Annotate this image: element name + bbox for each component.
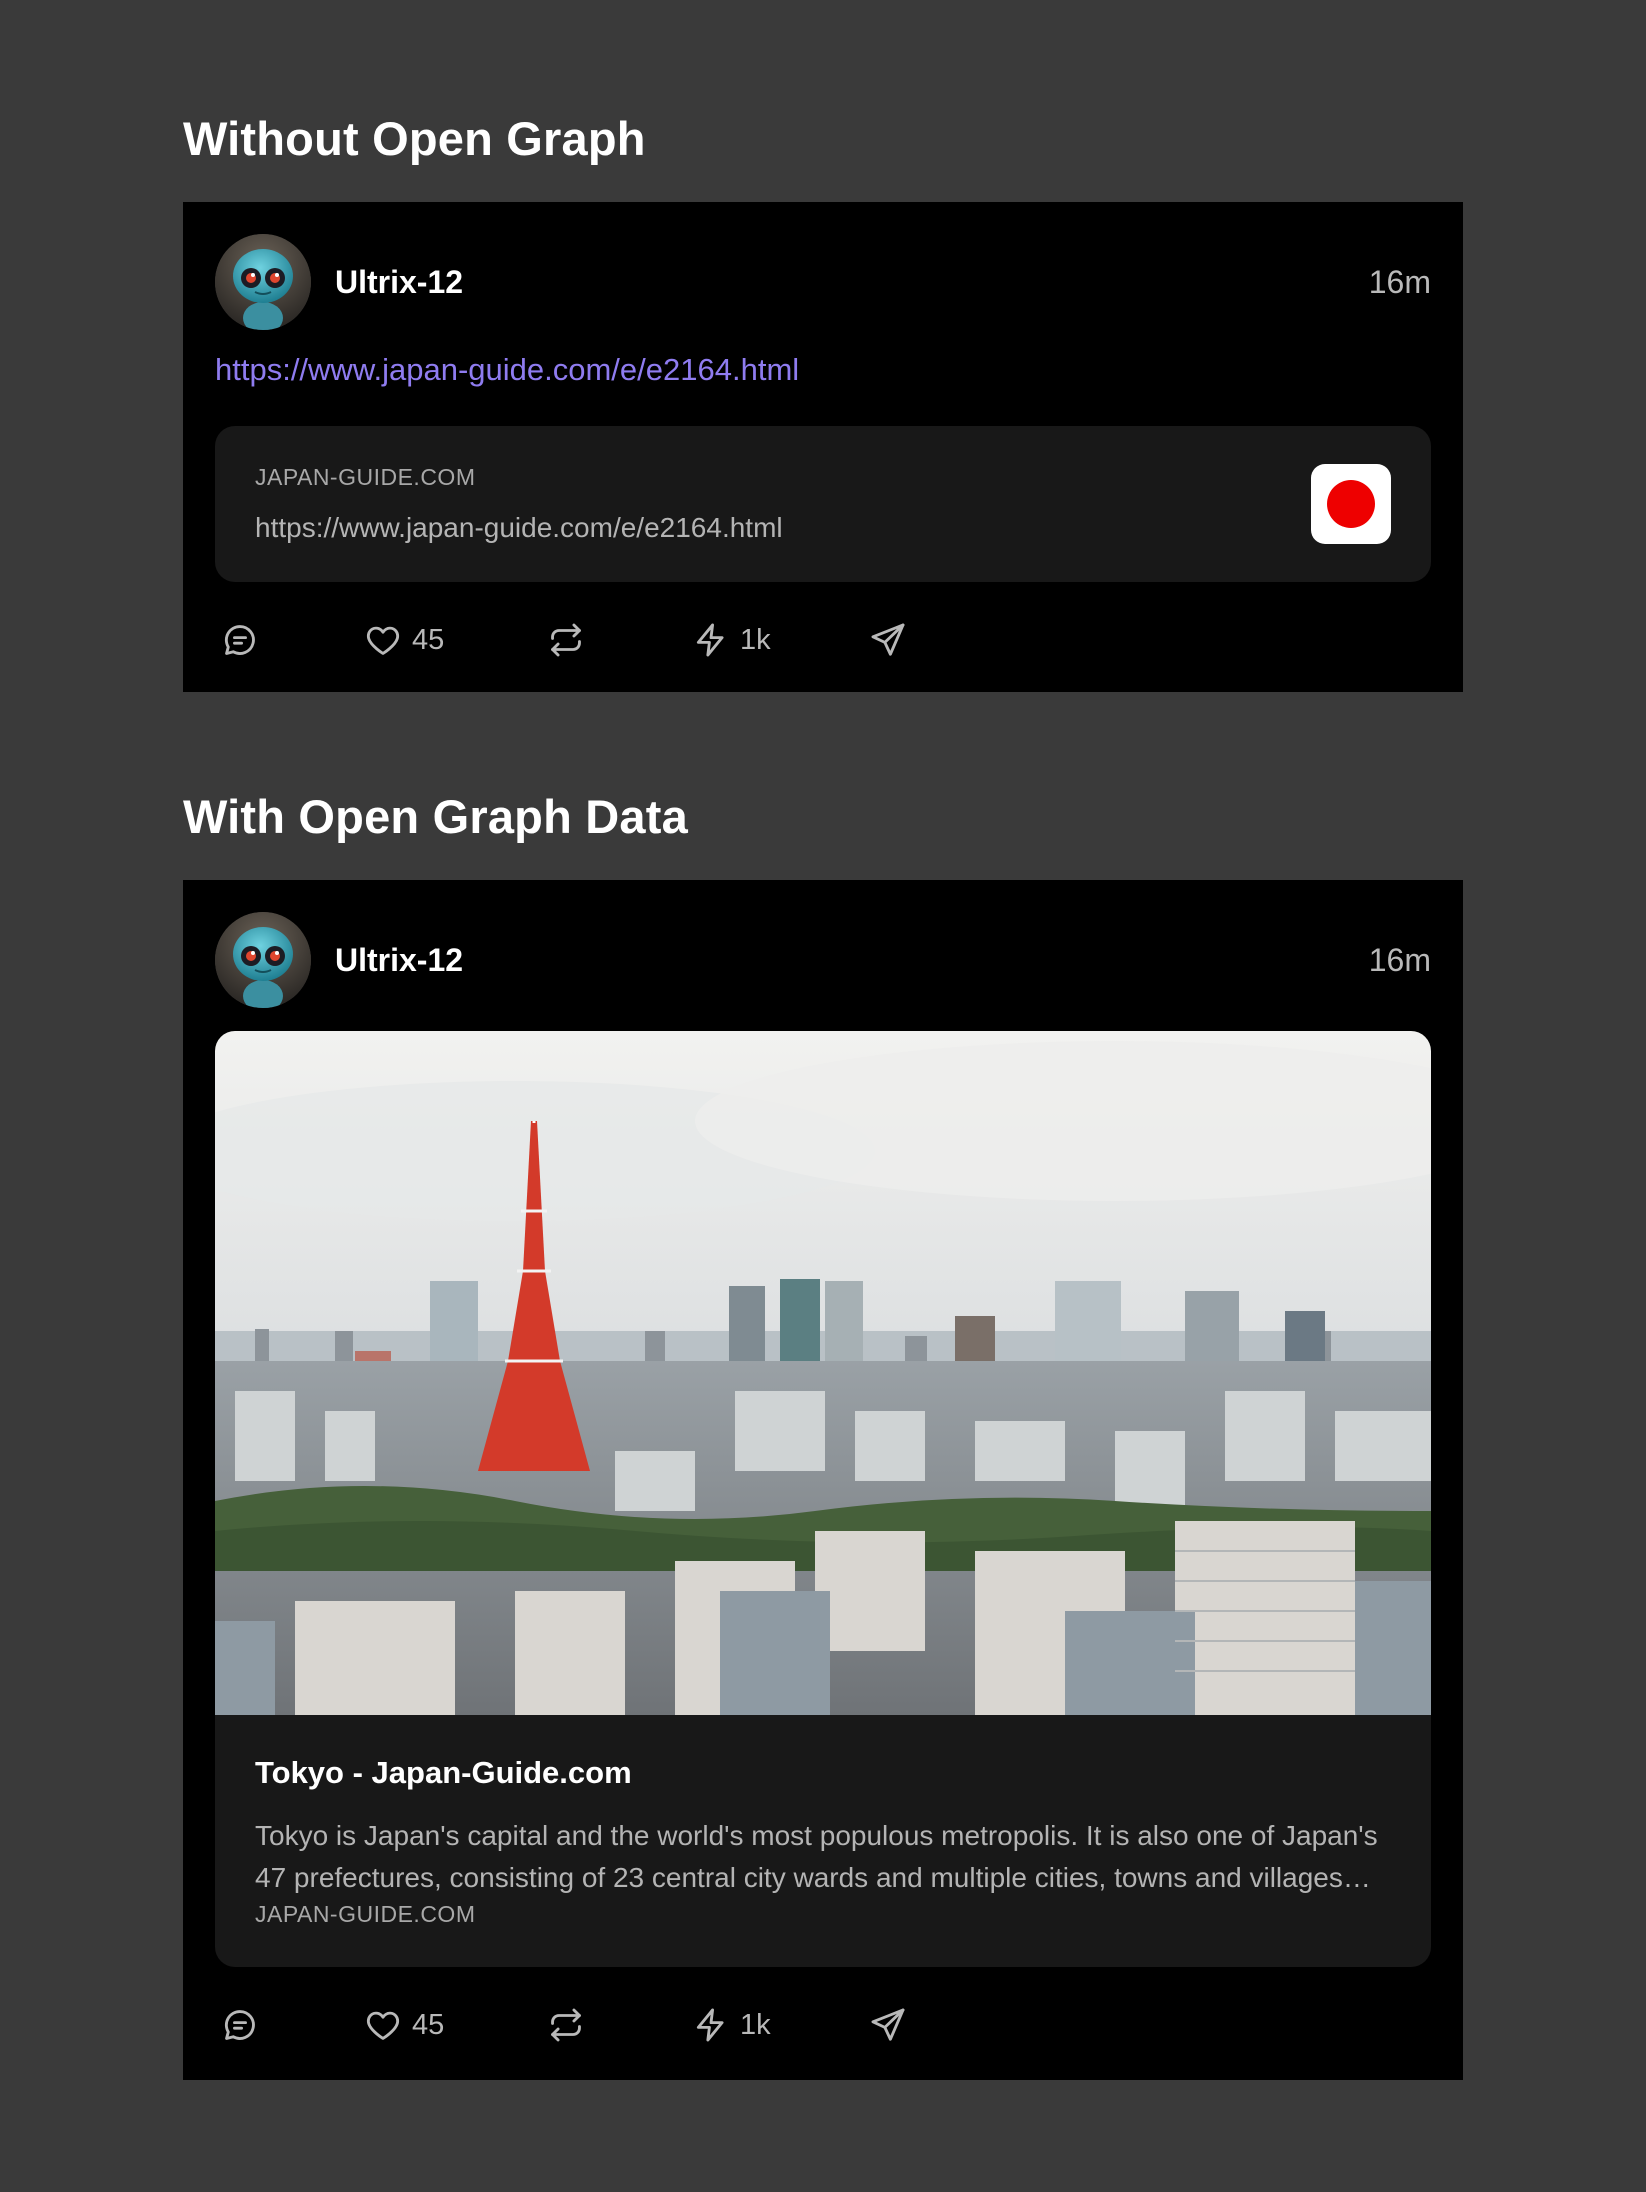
username[interactable]: Ultrix-12 [335,264,463,301]
zap-icon [692,2006,730,2044]
like-count: 45 [412,2008,445,2041]
send-icon [869,621,907,659]
zap-button[interactable]: 1k [692,615,771,665]
og-description: Tokyo is Japan's capital and the world's… [255,1820,1378,1893]
robot-avatar-icon [215,912,311,1008]
preview-domain: JAPAN-GUIDE.COM [255,464,476,490]
link-preview-card[interactable]: JAPAN-GUIDE.COM https://www.japan-guide.… [215,426,1431,582]
post-header: Ultrix-12 16m [183,202,1463,332]
zap-button[interactable]: 1k [692,2000,771,2050]
zap-count: 1k [740,2008,771,2041]
repost-button[interactable] [547,615,585,665]
zap-count: 1k [740,623,771,656]
user-avatar[interactable] [215,234,311,330]
post-card-with-og: Ultrix-12 16m Tokyo - Japan-Guide.com To… [183,880,1463,2080]
repost-icon [547,621,585,659]
open-graph-card[interactable]: Tokyo - Japan-Guide.com Tokyo is Japan's… [215,1031,1431,1967]
og-domain: JAPAN-GUIDE.COM [255,1901,476,1927]
username[interactable]: Ultrix-12 [335,942,463,979]
user-avatar[interactable] [215,912,311,1008]
post-link[interactable]: https://www.japan-guide.com/e/e2164.html [215,352,799,388]
site-favicon-icon [1311,464,1391,544]
post-timestamp: 16m [1368,264,1431,300]
post-actions-bar: 45 1k [183,615,1463,665]
robot-avatar-icon [215,234,311,330]
share-button[interactable] [869,615,907,665]
reply-button[interactable] [221,2000,259,2050]
comment-icon [221,2006,259,2044]
like-button[interactable]: 45 [364,2000,444,2050]
send-icon [869,2006,907,2044]
post-actions-bar: 45 1k [183,2000,1463,2050]
section-title-without-og: Without Open Graph [183,112,646,165]
post-card-without-og: Ultrix-12 16m https://www.japan-guide.co… [183,202,1463,692]
reply-button[interactable] [221,615,259,665]
post-timestamp: 16m [1368,942,1431,978]
heart-icon [364,2006,402,2044]
repost-icon [547,2006,585,2044]
like-button[interactable]: 45 [364,615,444,665]
preview-url: https://www.japan-guide.com/e/e2164.html [255,512,783,543]
og-image-tokyo-skyline [215,1031,1431,1715]
zap-icon [692,621,730,659]
og-title: Tokyo - Japan-Guide.com [255,1755,632,1790]
heart-icon [364,621,402,659]
post-header: Ultrix-12 16m [183,880,1463,1010]
like-count: 45 [412,623,445,656]
share-button[interactable] [869,2000,907,2050]
favicon-red-dot [1327,480,1375,528]
comment-icon [221,621,259,659]
repost-button[interactable] [547,2000,585,2050]
section-title-with-og: With Open Graph Data [183,790,688,843]
